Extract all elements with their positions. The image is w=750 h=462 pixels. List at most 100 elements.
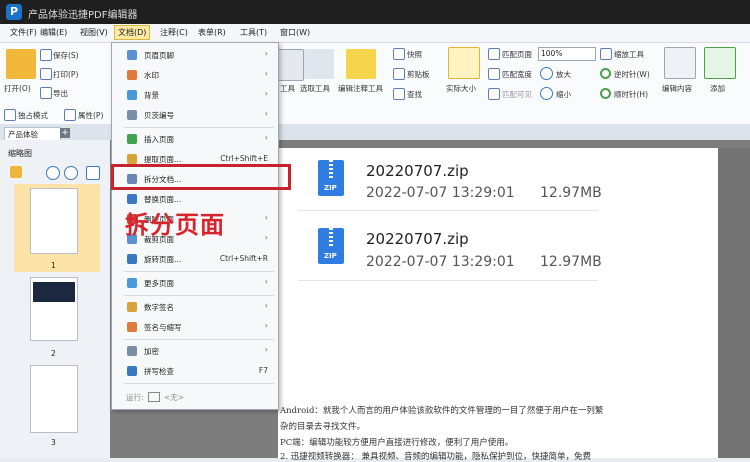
rotate-cw-button[interactable]: 顺时针(H) — [614, 89, 648, 100]
thumbnail-zoom-in-icon[interactable] — [46, 166, 60, 180]
edit-content-icon[interactable] — [664, 47, 696, 79]
menu-item-spell-check[interactable]: 拼写检查 F7 — [112, 361, 278, 381]
menu-item-watermark[interactable]: 水印 › — [112, 65, 278, 85]
export-icon[interactable] — [40, 87, 52, 99]
save-button[interactable]: 保存(S) — [53, 50, 79, 61]
extract-page-icon — [127, 154, 137, 164]
snapshot-button[interactable]: 快照 — [407, 49, 422, 60]
menu-edit[interactable]: 编辑(E) — [40, 27, 67, 38]
standalone-icon[interactable] — [4, 109, 16, 121]
fit-page-button[interactable]: 匹配页面 — [502, 49, 532, 60]
more-pages-icon — [127, 278, 137, 288]
find-button[interactable]: 查找 — [407, 89, 422, 100]
hand-tool-button[interactable]: 工具 — [280, 83, 295, 94]
bates-numbering-icon — [127, 110, 137, 120]
menu-item-run[interactable]: 运行: <无> — [112, 387, 278, 407]
menu-item-sign-initials[interactable]: 签名与缩写 › — [112, 317, 278, 337]
menu-tools[interactable]: 工具(T) — [240, 27, 267, 38]
edit-annotation-button[interactable]: 编辑注释工具 — [338, 83, 383, 94]
thumbnail-zoom-out-icon[interactable] — [64, 166, 78, 180]
zoom-out-button[interactable]: 缩小 — [556, 89, 571, 100]
menu-item-header-footer[interactable]: 页眉页脚 › — [112, 45, 278, 65]
zoom-in-button[interactable]: 放大 — [556, 69, 571, 80]
menu-item-digital-signature[interactable]: 数字签名 › — [112, 297, 278, 317]
divider — [298, 210, 598, 211]
sign-initials-icon — [127, 322, 137, 332]
menu-item-bates-numbering[interactable]: 贝茨编号 › — [112, 105, 278, 125]
zoom-tool-icon[interactable] — [600, 48, 612, 60]
rotate-ccw-button[interactable]: 逆时针(W) — [614, 69, 650, 80]
thumbnail-page-2[interactable] — [30, 277, 78, 341]
document-tab[interactable]: 产品体验 — [4, 127, 61, 141]
app-title: 产品体验迅捷PDF编辑器 — [28, 10, 138, 21]
fit-page-icon[interactable] — [488, 48, 500, 60]
highlight-box — [111, 164, 291, 190]
rotate-ccw-icon[interactable] — [600, 68, 611, 79]
select-text-icon[interactable] — [304, 49, 334, 79]
edit-content-button[interactable]: 编辑内容 — [662, 83, 692, 94]
menu-item-more-pages[interactable]: 更多页面 › — [112, 273, 278, 293]
add-button[interactable]: 添加 — [710, 83, 725, 94]
thumbnail-page-number: 2 — [51, 349, 56, 358]
menu-view[interactable]: 视图(V) — [80, 27, 108, 38]
menu-document[interactable]: 文档(D) — [114, 25, 151, 40]
thumbnail-page-1[interactable] — [30, 188, 78, 254]
pdf-page[interactable]: ZIP 20220707.zip 2022-07-07 13:29:01 12.… — [278, 148, 718, 462]
rotate-cw-icon[interactable] — [600, 88, 611, 99]
thumbnail-page-number: 1 — [51, 261, 56, 270]
file-name: 20220707.zip — [366, 230, 469, 248]
menu-comment[interactable]: 注释(C) — [160, 27, 188, 38]
zoom-out-icon[interactable] — [540, 87, 553, 100]
menu-separator — [124, 339, 274, 340]
fit-width-button[interactable]: 匹配宽度 — [502, 69, 532, 80]
fit-width-icon[interactable] — [488, 68, 500, 80]
menu-item-background[interactable]: 背景 › — [112, 85, 278, 105]
edit-annotation-icon[interactable] — [346, 49, 376, 79]
find-icon[interactable] — [393, 88, 405, 100]
open-button[interactable]: 打开(O) — [4, 83, 31, 94]
run-icon — [148, 392, 160, 402]
open-folder-icon[interactable] — [6, 49, 36, 79]
file-date: 2022-07-07 13:29:01 — [366, 254, 515, 270]
menu-separator — [124, 271, 274, 272]
thumbnail-rotate-icon[interactable] — [86, 166, 100, 180]
divider — [298, 280, 598, 281]
properties-icon[interactable] — [64, 109, 76, 121]
file-name: 20220707.zip — [366, 162, 469, 180]
properties-button[interactable]: 属性(P) — [78, 110, 103, 121]
save-icon[interactable] — [40, 49, 52, 61]
zoom-input[interactable]: 100% — [538, 47, 596, 61]
spell-check-icon — [127, 366, 137, 376]
fit-visible-icon[interactable] — [488, 88, 500, 100]
page-gutter — [718, 148, 750, 458]
fit-visible-button[interactable]: 匹配可见 — [502, 89, 532, 100]
zip-file-icon: ZIP — [318, 228, 344, 264]
thumbnail-settings-icon[interactable] — [10, 166, 22, 178]
menu-file[interactable]: 文件(F) — [10, 27, 37, 38]
menu-item-encrypt[interactable]: 加密 › — [112, 341, 278, 361]
snapshot-icon[interactable] — [393, 48, 405, 60]
clipboard-icon[interactable] — [393, 68, 405, 80]
zoom-in-icon[interactable] — [540, 67, 553, 80]
print-icon[interactable] — [40, 68, 52, 80]
menu-form[interactable]: 表单(R) — [198, 27, 226, 38]
digital-signature-icon — [127, 302, 137, 312]
thumbnail-image — [33, 282, 75, 302]
add-icon[interactable] — [704, 47, 736, 79]
select-tool-button[interactable]: 选取工具 — [300, 83, 330, 94]
print-button[interactable]: 打印(P) — [53, 69, 78, 80]
actual-size-button[interactable]: 实际大小 — [446, 83, 476, 94]
menu-item-insert-page[interactable]: 插入页面 › — [112, 129, 278, 149]
actual-size-icon[interactable] — [448, 47, 480, 79]
thumbnail-panel-title: 缩略图 — [8, 149, 32, 158]
add-tab-button[interactable]: + — [60, 128, 70, 138]
body-text: PC端：编辑功能较方便用户直接进行修改，便利了用户使用。 — [280, 438, 514, 448]
menu-window[interactable]: 窗口(W) — [280, 27, 310, 38]
zoom-tool-button[interactable]: 缩放工具 — [614, 49, 644, 60]
thumbnail-page-number: 3 — [51, 438, 56, 447]
thumbnail-page-3[interactable] — [30, 365, 78, 433]
clipboard-button[interactable]: 剪贴板 — [407, 69, 430, 80]
menu-item-rotate-page[interactable]: 旋转页面... Ctrl+Shift+R — [112, 249, 278, 269]
export-button[interactable]: 导出 — [53, 88, 68, 99]
standalone-mode-button[interactable]: 独占模式 — [18, 110, 48, 121]
